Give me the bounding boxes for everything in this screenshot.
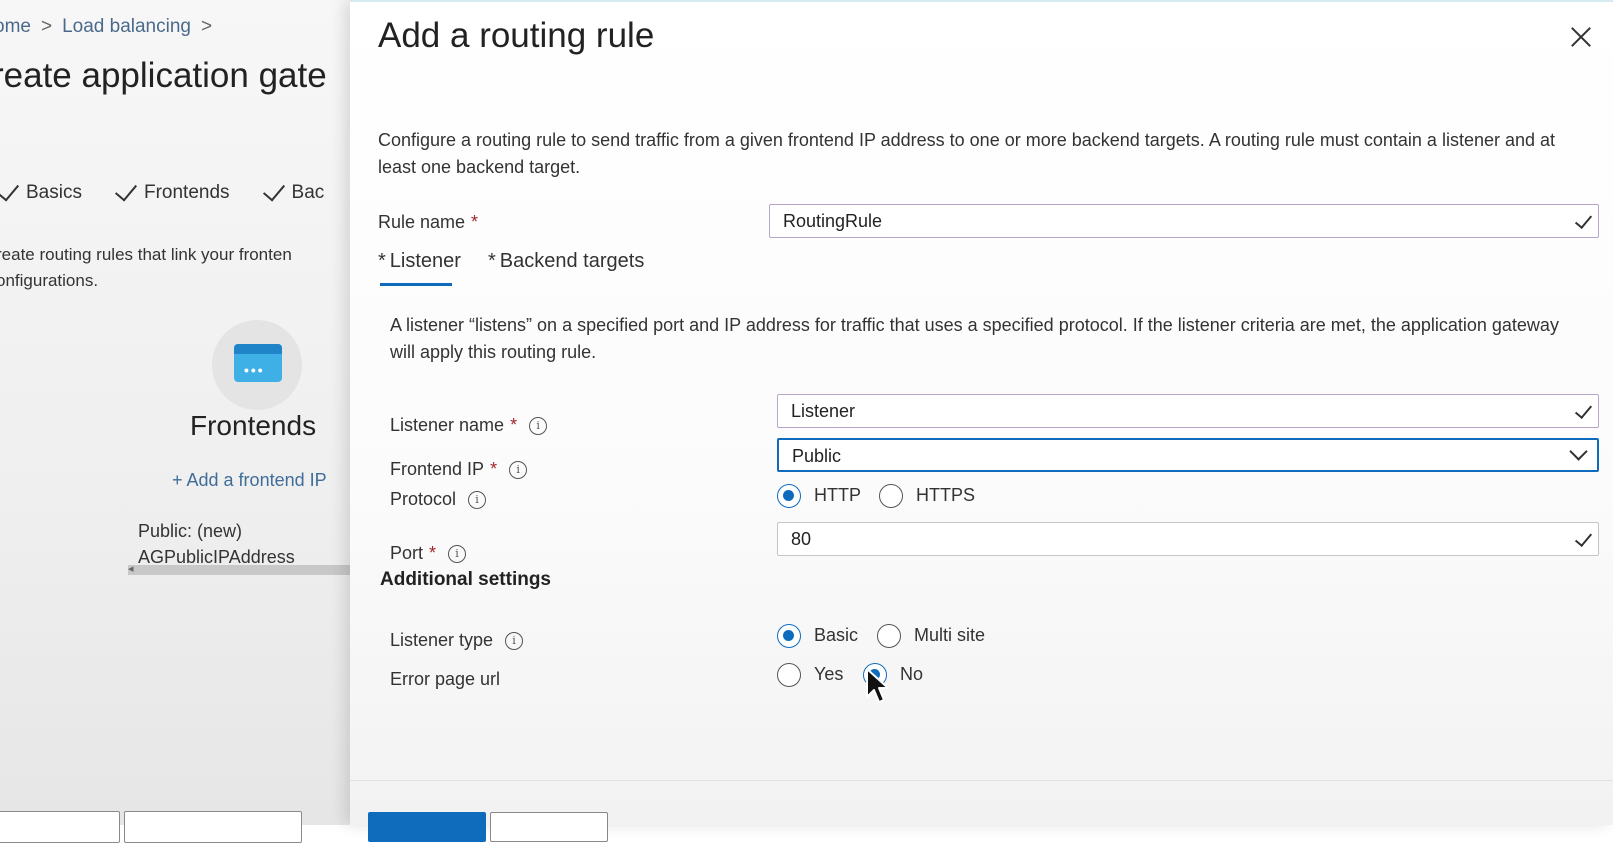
breadcrumb-home[interactable]: ome xyxy=(0,16,31,37)
listener-name-label: Listener name * i xyxy=(390,415,548,436)
required-mark: * xyxy=(488,250,496,272)
tab-label: Listener xyxy=(389,250,461,272)
label-text: Rule name xyxy=(378,212,466,232)
checkmark-icon xyxy=(1574,528,1593,548)
step-basics[interactable]: Basics xyxy=(0,178,82,203)
radio-label: Basic xyxy=(814,624,859,645)
listener-type-label: Listener type i xyxy=(390,630,524,651)
tab-backend-targets[interactable]: * Backend targets xyxy=(488,250,644,273)
radio-label: HTTP xyxy=(814,484,861,505)
breadcrumb: ome > Load balancing > xyxy=(0,16,222,38)
listener-name-input[interactable]: Listener xyxy=(777,394,1599,428)
add-frontend-ip-link[interactable]: + Add a frontend IP xyxy=(172,470,327,491)
listener-type-multisite-radio[interactable]: Multi site xyxy=(877,624,985,648)
checkmark-icon xyxy=(1574,210,1593,230)
error-page-no-radio[interactable]: No xyxy=(863,663,923,687)
frontend-ip-dropdown[interactable]: Public xyxy=(777,438,1599,472)
footer-divider xyxy=(350,780,1613,781)
frontends-heading: Frontends xyxy=(190,410,317,441)
horizontal-scrollbar[interactable]: ◂ xyxy=(128,562,350,575)
radio-selected-icon xyxy=(777,484,801,508)
background-blade: ome > Load balancing > reate application ga… xyxy=(0,0,350,843)
checkmark-icon xyxy=(114,178,137,202)
step-backends[interactable]: Bac xyxy=(262,178,325,203)
scroll-left-icon[interactable]: ◂ xyxy=(128,562,134,575)
chevron-down-icon xyxy=(1569,442,1588,461)
required-mark: * xyxy=(510,415,518,435)
step-label: Frontends xyxy=(143,182,230,203)
next-button[interactable] xyxy=(124,811,302,843)
radio-unselected-icon xyxy=(877,624,901,648)
radio-label: HTTPS xyxy=(916,484,976,505)
panel-top-border xyxy=(350,0,1613,2)
step-label: Bac xyxy=(291,182,325,203)
wizard-steps: Basics Frontends Bac xyxy=(0,178,356,204)
add-button[interactable] xyxy=(368,812,486,842)
listener-type-basic-radio[interactable]: Basic xyxy=(777,624,858,648)
checkmark-icon xyxy=(262,178,285,202)
step-label: Basics xyxy=(26,182,82,203)
protocol-http-radio[interactable]: HTTP xyxy=(777,484,861,508)
rule-name-label: Rule name * xyxy=(378,212,478,233)
label-text: Port xyxy=(390,543,424,563)
frontend-ip-label: Frontend IP * i xyxy=(390,459,528,480)
radio-label: No xyxy=(900,663,924,684)
protocol-https-radio[interactable]: HTTPS xyxy=(879,484,975,508)
label-text: Listener type xyxy=(390,630,494,650)
info-icon[interactable]: i xyxy=(448,545,467,564)
cancel-button[interactable] xyxy=(490,812,608,842)
breadcrumb-chevron-icon: > xyxy=(200,16,213,37)
port-label: Port * i xyxy=(390,543,467,564)
radio-label: Yes xyxy=(814,663,844,684)
frontend-window-icon: ••• xyxy=(234,344,282,382)
listener-description: A listener “listens” on a specified port… xyxy=(390,315,1559,362)
step-frontends[interactable]: Frontends xyxy=(114,178,230,203)
additional-settings-heading: Additional settings xyxy=(380,569,551,590)
tab-label: Backend targets xyxy=(499,250,645,272)
panel-intro: Configure a routing rule to send traffic… xyxy=(378,130,1556,177)
required-mark: * xyxy=(471,212,479,232)
page-title: reate application gate xyxy=(0,56,327,95)
info-icon[interactable]: i xyxy=(505,632,524,651)
port-input[interactable]: 80 xyxy=(777,522,1599,556)
frontend-item[interactable]: Public: (new) AGPublicIPAddress xyxy=(138,518,295,570)
radio-selected-icon xyxy=(863,663,887,687)
close-icon[interactable] xyxy=(1568,24,1594,50)
radio-label: Multi site xyxy=(914,624,986,645)
breadcrumb-chevron-icon: > xyxy=(40,16,53,37)
previous-button[interactable] xyxy=(0,811,120,843)
radio-unselected-icon xyxy=(777,663,801,687)
page-description: reate routing rules that link your front… xyxy=(0,245,292,290)
dropdown-value: Public xyxy=(792,446,842,466)
input-value: Listener xyxy=(791,401,856,421)
required-mark: * xyxy=(378,250,386,272)
required-mark: * xyxy=(429,543,437,563)
error-page-yes-radio[interactable]: Yes xyxy=(777,663,843,687)
label-text: Frontend IP xyxy=(390,459,485,479)
rule-name-input[interactable]: RoutingRule xyxy=(769,204,1599,238)
label-text: Protocol xyxy=(390,489,457,509)
checkmark-icon xyxy=(1574,400,1593,420)
input-value: RoutingRule xyxy=(783,211,883,231)
info-icon[interactable]: i xyxy=(509,461,528,480)
active-tab-indicator xyxy=(380,283,452,286)
input-value: 80 xyxy=(791,529,812,549)
radio-unselected-icon xyxy=(879,484,903,508)
protocol-label: Protocol i xyxy=(390,489,487,510)
required-mark: * xyxy=(490,459,498,479)
tab-listener[interactable]: * Listener xyxy=(378,250,461,273)
breadcrumb-load-balancing[interactable]: Load balancing xyxy=(62,16,191,37)
info-icon[interactable]: i xyxy=(529,417,548,436)
label-text: Listener name xyxy=(390,415,505,435)
frontends-illustration: ••• xyxy=(212,320,302,410)
error-page-url-label: Error page url xyxy=(390,669,501,689)
frontend-item-type: Public: (new) xyxy=(138,521,243,541)
panel-title: Add a routing rule xyxy=(378,16,655,55)
checkmark-icon xyxy=(0,178,20,202)
radio-selected-icon xyxy=(777,624,801,648)
info-icon[interactable]: i xyxy=(468,491,487,510)
add-routing-rule-panel: Add a routing rule Configure a routing r… xyxy=(350,0,1613,842)
